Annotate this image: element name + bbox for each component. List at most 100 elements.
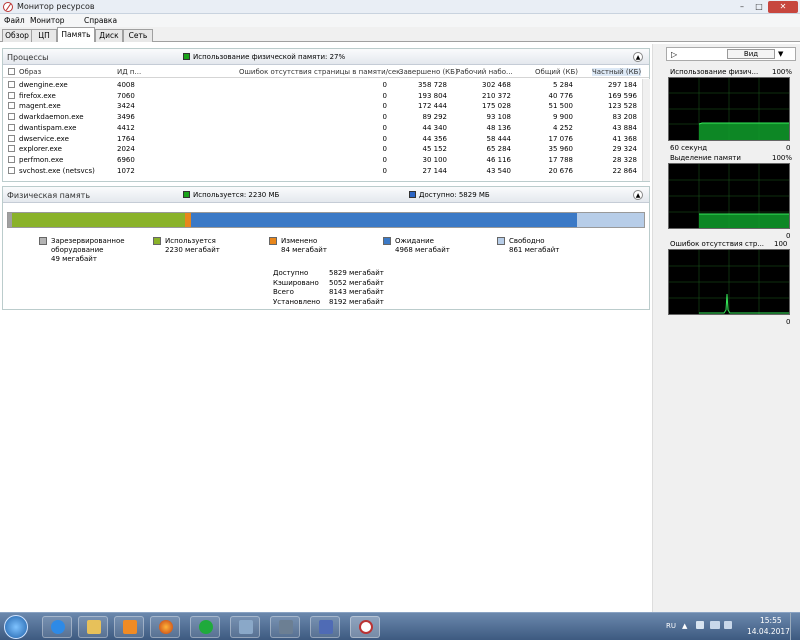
table-row[interactable]: perfmon.exe 6960 0 30 100 46 116 17 788 28 328 <box>3 155 643 166</box>
cell-hard-faults: 0 <box>382 145 387 154</box>
taskbar-network-button[interactable] <box>230 616 260 638</box>
show-desktop-button[interactable] <box>790 613 800 640</box>
row-checkbox[interactable] <box>8 102 15 110</box>
menu-file[interactable]: Файл <box>4 16 25 25</box>
table-row[interactable]: explorer.exe 2024 0 45 152 65 284 35 960 29 32… <box>3 144 643 155</box>
table-row[interactable]: dwengine.exe 4008 0 358 728 302 468 5 284 297 … <box>3 80 643 91</box>
language-indicator[interactable]: RU <box>666 622 676 630</box>
physical-usage-graph <box>668 77 790 141</box>
used-legend-swatch <box>183 191 190 198</box>
clock-date[interactable]: 14.04.2017 <box>747 627 790 636</box>
table-row[interactable]: dwarkdaemon.exe 3496 0 89 292 93 108 9 900 83 … <box>3 112 643 123</box>
cell-commit: 44 340 <box>422 123 448 132</box>
physical-usage-legend: Использование физической памяти: 27% <box>183 53 345 61</box>
graph3-title: Ошибок отсутствия стр... <box>670 240 765 248</box>
main-scrollbar[interactable] <box>652 44 662 612</box>
col-commit[interactable]: Завершено (КБ) <box>399 68 458 76</box>
cell-private: 123 528 <box>608 102 637 111</box>
cell-working-set: 210 372 <box>482 91 511 100</box>
row-checkbox[interactable] <box>8 134 15 142</box>
row-checkbox[interactable] <box>8 145 15 153</box>
row-checkbox[interactable] <box>8 81 15 88</box>
taskbar-explorer-button[interactable] <box>78 616 108 638</box>
stat-value: 5052 мегабайт <box>329 278 384 287</box>
start-button[interactable] <box>4 615 28 639</box>
cell-hard-faults: 0 <box>382 91 387 100</box>
row-checkbox[interactable] <box>8 113 15 121</box>
cell-working-set: 48 136 <box>486 123 512 132</box>
col-pid[interactable]: ИД п... <box>117 68 141 76</box>
maximize-button[interactable]: □ <box>752 1 766 13</box>
table-row[interactable]: dwantispam.exe 4412 0 44 340 48 136 4 252 43 8… <box>3 123 643 134</box>
col-working-set[interactable]: Рабочий набо... <box>456 68 513 76</box>
tab-overview[interactable]: Обзор <box>2 29 32 42</box>
menu-help[interactable]: Справка <box>84 16 117 25</box>
menu-monitor[interactable]: Монитор <box>30 16 65 25</box>
taskbar-firefox-button[interactable] <box>150 616 180 638</box>
view-dropdown-icon[interactable]: ▼ <box>778 50 783 58</box>
taskbar-media-button[interactable] <box>114 616 144 638</box>
col-image[interactable]: Образ <box>19 68 41 76</box>
volume-icon[interactable] <box>724 621 732 629</box>
col-shareable[interactable]: Общий (КБ) <box>535 68 578 76</box>
taskbar-remote-button[interactable] <box>270 616 300 638</box>
expand-graphs-icon[interactable]: ▷ <box>671 50 677 59</box>
select-all-checkbox[interactable] <box>8 68 15 75</box>
table-row[interactable]: firefox.exe 7060 0 193 804 210 372 40 776 169 … <box>3 91 643 102</box>
taskbar-agent-button[interactable] <box>190 616 220 638</box>
view-button[interactable]: Вид <box>727 49 775 59</box>
cell-pid: 1764 <box>117 134 135 143</box>
graph2-min: 0 <box>786 232 791 240</box>
cell-hard-faults: 0 <box>382 166 387 175</box>
cell-commit: 45 152 <box>422 145 448 154</box>
memory-segment-standby <box>191 213 578 227</box>
col-private[interactable]: Частный (КБ) <box>592 68 642 76</box>
cell-commit: 358 728 <box>418 81 447 89</box>
process-list-scrollbar[interactable] <box>642 79 650 181</box>
available-legend-swatch <box>409 191 416 198</box>
available-legend: Доступно: 5829 МБ <box>409 191 490 199</box>
collapse-physical-icon[interactable]: ▲ <box>633 190 643 200</box>
cell-commit: 30 100 <box>422 155 448 164</box>
memory-segment-free <box>577 213 644 227</box>
legend-value: 861 мегабайт <box>509 246 560 254</box>
network-tray-icon[interactable] <box>710 621 720 629</box>
collapse-processes-icon[interactable]: ▲ <box>633 52 643 62</box>
taskbar-resmon-button[interactable] <box>350 616 380 638</box>
tab-memory[interactable]: Память <box>57 27 95 42</box>
processes-header[interactable]: Процессы Использование физической памяти… <box>3 49 649 65</box>
row-checkbox[interactable] <box>8 91 15 99</box>
col-hard-faults[interactable]: Ошибок отсутствия страницы в памяти/сек. <box>239 68 403 76</box>
tab-strip: Обзор ЦП Память Диск Сеть <box>0 27 800 42</box>
table-row[interactable]: svchost.exe (netsvcs) 1072 0 27 144 43 540 20… <box>3 166 643 177</box>
physical-memory-header[interactable]: Физическая память Используется: 2230 МБ … <box>3 187 649 203</box>
tab-network[interactable]: Сеть <box>123 29 153 42</box>
legend-label: Зарезервированное оборудование <box>51 237 125 254</box>
row-checkbox[interactable] <box>8 155 15 163</box>
main-area: Процессы Использование физической памяти… <box>0 44 652 612</box>
tab-disk[interactable]: Диск <box>95 29 123 42</box>
taskbar-ie-button[interactable] <box>42 616 72 638</box>
ie-icon <box>51 620 65 634</box>
cell-hard-faults: 0 <box>382 113 387 122</box>
tab-cpu[interactable]: ЦП <box>31 29 57 42</box>
tray-expand-icon[interactable]: ▲ <box>682 622 687 630</box>
action-center-icon[interactable] <box>696 621 704 629</box>
taskbar-app-button[interactable] <box>310 616 340 638</box>
cell-shareable: 17 788 <box>548 155 574 164</box>
legend-swatch <box>497 237 505 245</box>
row-checkbox[interactable] <box>8 123 15 131</box>
close-button[interactable]: ✕ <box>768 1 798 13</box>
clock-time[interactable]: 15:55 <box>760 616 782 625</box>
minimize-button[interactable]: – <box>735 1 749 13</box>
table-row[interactable]: dwservice.exe 1764 0 44 356 58 444 17 076 41 3… <box>3 134 643 145</box>
cell-shareable: 40 776 <box>548 91 574 100</box>
legend-label: Свободно <box>509 237 545 245</box>
hard-faults-chart <box>669 250 789 314</box>
cell-pid: 6960 <box>117 155 135 164</box>
stat-label: Кэшировано <box>273 278 319 287</box>
hard-faults-graph <box>668 249 790 315</box>
row-checkbox[interactable] <box>8 166 15 174</box>
table-row[interactable]: magent.exe 3424 0 172 444 175 028 51 500 123 5… <box>3 101 643 112</box>
cell-image: perfmon.exe <box>19 155 64 164</box>
